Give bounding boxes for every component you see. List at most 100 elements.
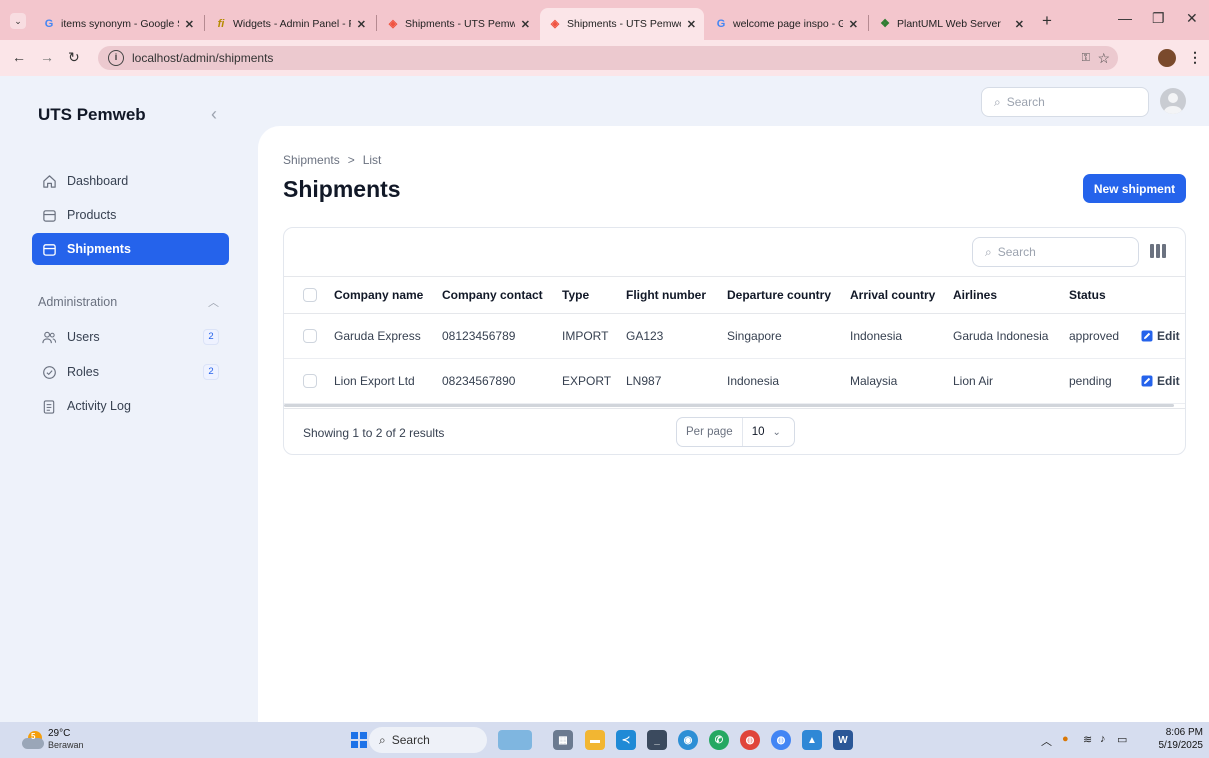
column-header[interactable]: Departure country: [727, 277, 831, 313]
tab-close-icon[interactable]: ✕: [357, 18, 366, 31]
sidebar-item-users[interactable]: Users 2: [32, 321, 229, 353]
windows-taskbar: 5 29°C Berawan ⌕ Search ▦ ▬ ≺ _ ◉ ✆ ◍ ◍ …: [0, 722, 1209, 758]
word-icon[interactable]: W: [833, 730, 853, 750]
global-search-input[interactable]: ⌕ Search: [981, 87, 1149, 117]
tab-close-icon[interactable]: ✕: [521, 18, 530, 31]
file-explorer-icon[interactable]: ▬: [585, 730, 605, 750]
edit-button[interactable]: Edit: [1141, 359, 1180, 403]
airlines-cell: Garuda Indonesia: [953, 329, 1049, 343]
vscode-icon[interactable]: ≺: [616, 730, 636, 750]
search-placeholder: Search: [997, 245, 1036, 259]
window-close-icon[interactable]: ✕: [1186, 10, 1198, 27]
photos-icon[interactable]: ▲: [802, 730, 822, 750]
password-key-icon[interactable]: ⚿: [1082, 52, 1090, 65]
browser-menu-icon[interactable]: ⋮: [1188, 49, 1202, 66]
row-checkbox[interactable]: [303, 374, 317, 388]
search-icon: ⌕: [985, 244, 992, 259]
laravel-icon: ◈: [550, 18, 560, 30]
tab-close-icon[interactable]: ✕: [185, 18, 194, 31]
new-shipment-button[interactable]: New shipment: [1083, 174, 1186, 203]
weather-condition: Berawan: [48, 740, 84, 750]
taskbar-search[interactable]: ⌕ Search: [369, 727, 487, 753]
breadcrumb-parent[interactable]: Shipments: [283, 153, 340, 167]
user-avatar[interactable]: [1160, 88, 1186, 114]
per-page-select[interactable]: Per page 10 ⌄: [676, 417, 795, 447]
table-search-input[interactable]: ⌕ Search: [972, 237, 1139, 267]
site-info-icon[interactable]: i: [108, 50, 124, 66]
column-header[interactable]: Flight number: [626, 277, 706, 313]
chrome-icon[interactable]: ◍: [740, 730, 760, 750]
whatsapp-icon[interactable]: ✆: [709, 730, 729, 750]
chevron-up-icon[interactable]: ︿: [208, 294, 219, 310]
sidebar-item-roles[interactable]: Roles 2: [32, 356, 229, 388]
shipments-table-card: ⌕ Search Company name Company contact Ty…: [283, 227, 1186, 455]
column-header[interactable]: Company contact: [442, 277, 543, 313]
tab-close-icon[interactable]: ✕: [1015, 18, 1024, 31]
wifi-icon[interactable]: ≋: [1083, 733, 1092, 746]
docker-icon[interactable]: ◉: [678, 730, 698, 750]
column-header[interactable]: Arrival country: [850, 277, 935, 313]
back-icon[interactable]: ←: [12, 49, 26, 65]
clock-time[interactable]: 8:06 PM: [1163, 727, 1203, 738]
row-checkbox[interactable]: [303, 329, 317, 343]
brand-name[interactable]: UTS Pemweb: [38, 105, 146, 125]
tab-title: Shipments - UTS Pemweb: [567, 18, 681, 30]
browser-tab[interactable]: G welcome page inspo - Goo ✕: [706, 8, 866, 40]
clock-date[interactable]: 5/19/2025: [1149, 740, 1204, 751]
chrome-profile-icon[interactable]: ◍: [771, 730, 791, 750]
sidebar-item-label: Users: [67, 330, 100, 344]
select-all-checkbox[interactable]: [303, 288, 317, 302]
battery-icon[interactable]: ▭: [1117, 733, 1127, 746]
horizontal-scrollbar[interactable]: [284, 404, 1174, 407]
browser-tab[interactable]: ❖ PlantUML Web Server ✕: [870, 8, 1032, 40]
edit-icon: [1141, 330, 1153, 342]
search-placeholder: Search: [391, 733, 430, 747]
browser-tab[interactable]: fi Widgets - Admin Panel - F ✕: [206, 8, 374, 40]
profile-avatar-icon[interactable]: [1158, 49, 1176, 67]
sidebar-item-activity-log[interactable]: Activity Log: [32, 390, 229, 422]
column-header[interactable]: Status: [1069, 277, 1106, 313]
sidebar-item-shipments[interactable]: Shipments: [32, 233, 229, 265]
address-bar[interactable]: i localhost/admin/shipments ⚿ ☆: [98, 46, 1118, 70]
minimize-icon[interactable]: —: [1118, 10, 1132, 26]
column-header[interactable]: Type: [562, 277, 589, 313]
sidebar-group-title[interactable]: Administration: [38, 295, 117, 309]
box-icon: [41, 207, 57, 223]
edit-button[interactable]: Edit: [1141, 314, 1180, 358]
chevron-up-icon[interactable]: ︿: [1041, 733, 1052, 749]
sidebar-item-dashboard[interactable]: Dashboard: [32, 165, 229, 197]
breadcrumb: Shipments > List: [283, 153, 381, 167]
column-header[interactable]: Company name: [334, 277, 423, 313]
tab-close-icon[interactable]: ✕: [687, 18, 696, 31]
status-cell: pending: [1069, 374, 1112, 388]
status-cell: approved: [1069, 329, 1120, 343]
users-icon: [41, 329, 57, 345]
table-row[interactable]: Garuda Express 08123456789 IMPORT GA123 …: [284, 314, 1185, 359]
sidebar-item-products[interactable]: Products: [32, 199, 229, 231]
bookmark-star-icon[interactable]: ☆: [1097, 50, 1110, 67]
tab-close-icon[interactable]: ✕: [849, 18, 858, 31]
column-header[interactable]: Airlines: [953, 277, 997, 313]
tab-search-chevron-icon[interactable]: ⌄: [10, 13, 26, 29]
table-row[interactable]: Lion Export Ltd 08234567890 EXPORT LN987…: [284, 359, 1185, 404]
weather-icon[interactable]: 5: [22, 731, 44, 749]
windows-start-icon[interactable]: [351, 732, 367, 748]
browser-tab-active[interactable]: ◈ Shipments - UTS Pemweb ✕: [540, 8, 704, 40]
terminal-icon[interactable]: _: [647, 730, 667, 750]
edit-icon: [1141, 375, 1153, 387]
widgets-app-icon[interactable]: [498, 730, 532, 750]
collapse-sidebar-icon[interactable]: ‹: [211, 104, 217, 125]
forward-icon[interactable]: →: [40, 49, 54, 65]
admin-app: UTS Pemweb ‹ Dashboard Products Shipment…: [0, 76, 1209, 722]
volume-icon[interactable]: ♪: [1100, 733, 1106, 745]
reload-icon[interactable]: ↻: [68, 49, 80, 66]
new-tab-icon[interactable]: +: [1042, 11, 1052, 31]
browser-tab[interactable]: G items synonym - Google S ✕: [34, 8, 202, 40]
tray-app-icon[interactable]: ●: [1062, 733, 1069, 745]
google-icon: G: [44, 18, 54, 30]
search-placeholder: Search: [1006, 95, 1045, 109]
browser-tab[interactable]: ◈ Shipments - UTS Pemweb ✕: [378, 8, 538, 40]
task-view-icon[interactable]: ▦: [553, 730, 573, 750]
restore-icon[interactable]: ❐: [1152, 10, 1165, 27]
column-toggle-icon[interactable]: [1150, 244, 1166, 258]
